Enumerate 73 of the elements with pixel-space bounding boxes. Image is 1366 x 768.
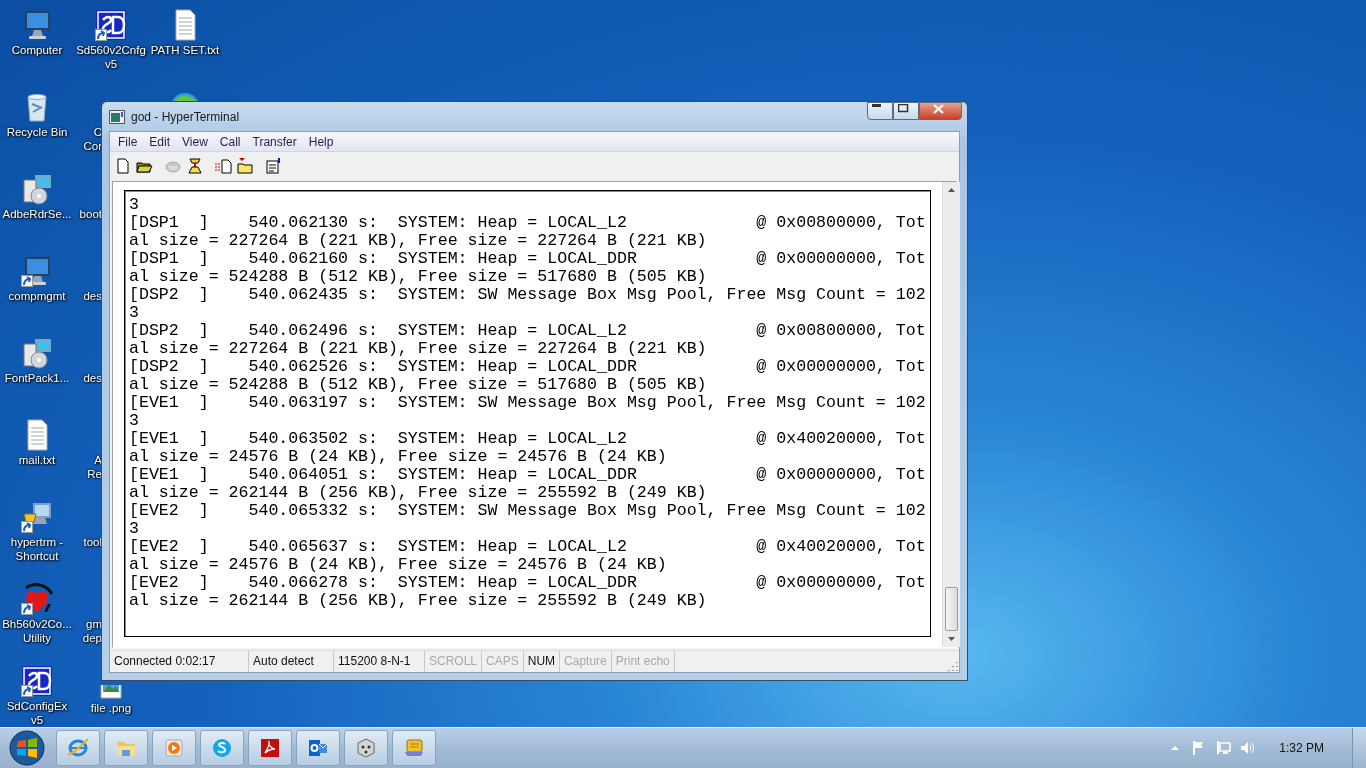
volume-icon[interactable] <box>1239 740 1256 756</box>
terminal-line: 3 <box>129 304 140 322</box>
terminal-line: 3 <box>129 520 140 538</box>
terminal-line: [DSP1 ] 540.062160 s: SYSTEM: Heap = LOCAL_DDR @ 0x00000000, Tot <box>129 250 926 268</box>
chat-icon[interactable] <box>210 736 234 760</box>
send-file-icon[interactable] <box>214 156 232 175</box>
menu-item[interactable]: View <box>176 132 214 151</box>
desktop-icon[interactable]: des <box>83 334 102 385</box>
clock[interactable]: 1:32 PM <box>1273 740 1330 756</box>
network-icon[interactable] <box>1215 740 1232 756</box>
taskbar-button[interactable] <box>296 730 340 766</box>
taskbar-button[interactable] <box>200 730 244 766</box>
terminal-line: [DSP2 ] 540.062496 s: SYSTEM: Heap = LOCAL_L2 @ 0x00800000, Tot <box>129 322 926 340</box>
terminal-line: al size = 262144 B (256 KB), Free size = 255592 B (249 KB) <box>129 484 708 502</box>
terminal-line: [EVE2 ] 540.066278 s: SYSTEM: Heap = LOCAL_DDR @ 0x00000000, Tot <box>129 574 926 592</box>
taskbar-button[interactable] <box>104 730 148 766</box>
terminal-line: [EVE1 ] 540.064051 s: SYSTEM: Heap = LOCAL_DDR @ 0x00000000, Tot <box>129 466 926 484</box>
terminal-line: al size = 262144 B (256 KB), Free size = 255592 B (249 KB) <box>129 592 708 610</box>
taskbar-button[interactable] <box>392 730 436 766</box>
taskbar-button[interactable] <box>56 730 100 766</box>
terminal-line: al size = 227264 B (221 KB), Free size = 227264 B (221 KB) <box>129 340 708 358</box>
status-field: Capture <box>560 651 612 672</box>
desktop-icon[interactable]: C Cor <box>83 88 102 153</box>
terminal-line: al size = 524288 B (512 KB), Free size = 517680 B (505 KB) <box>129 376 708 394</box>
cube-icon[interactable] <box>354 736 378 760</box>
dial-phone-icon[interactable] <box>186 156 204 175</box>
desktop-icon[interactable]: boot <box>79 170 102 221</box>
window-title: god - HyperTerminal <box>131 109 241 124</box>
status-field: SCROLL <box>425 651 483 672</box>
new-file-icon[interactable] <box>114 156 132 175</box>
terminal-line: al size = 24576 B (24 KB), Free size = 24576 B (24 KB) <box>129 556 668 574</box>
terminal-line: al size = 524288 B (512 KB), Free size = 517680 B (505 KB) <box>129 268 708 286</box>
properties-icon[interactable] <box>264 156 282 175</box>
terminal-line: [EVE1 ] 540.063197 s: SYSTEM: SW Message Box Msg Pool, Free Msg Count = 102 <box>129 394 926 412</box>
status-field: 115200 8-N-1 <box>334 651 425 672</box>
play-icon[interactable] <box>162 736 186 760</box>
minimize-button[interactable] <box>867 102 893 120</box>
terminal-line: [DSP2 ] 540.062526 s: SYSTEM: Heap = LOCAL_DDR @ 0x00000000, Tot <box>129 358 926 376</box>
terminal-line: [EVE1 ] 540.063502 s: SYSTEM: Heap = LOCAL_L2 @ 0x40020000, Tot <box>129 430 926 448</box>
status-field: NUM <box>523 651 561 672</box>
desktop-icon[interactable]: tool <box>83 498 102 549</box>
menu-item[interactable]: Call <box>213 132 247 151</box>
pdf-icon[interactable] <box>258 736 282 760</box>
resize-grip-icon[interactable] <box>947 660 959 672</box>
start-button[interactable] <box>6 729 48 767</box>
terminal-line: [DSP1 ] 540.062130 s: SYSTEM: Heap = LOCAL_L2 @ 0x00800000, Tot <box>129 214 926 232</box>
status-field: Auto detect <box>249 651 334 672</box>
status-field: CAPS <box>482 651 524 672</box>
terminal-line: 3 <box>129 412 140 430</box>
terminal-line: [EVE2 ] 540.065637 s: SYSTEM: Heap = LOCAL_L2 @ 0x40020000, Tot <box>129 538 926 556</box>
terminal-line: al size = 227264 B (221 KB), Free size = 227264 B (221 KB) <box>129 232 708 250</box>
scroll-thumb[interactable] <box>944 587 958 631</box>
terminal-line: 3 <box>129 196 140 214</box>
taskbar-button[interactable] <box>344 730 388 766</box>
show-desktop-button[interactable] <box>1352 728 1366 768</box>
taskbar-button[interactable] <box>248 730 292 766</box>
menu-item[interactable]: Transfer <box>246 132 303 151</box>
maximize-button[interactable] <box>893 102 919 120</box>
app-icon <box>109 109 125 124</box>
terminal-line: [EVE2 ] 540.065332 s: SYSTEM: SW Message Box Msg Pool, Free Msg Count = 102 <box>129 502 926 520</box>
terminal-line: al size = 24576 B (24 KB), Free size = 24576 B (24 KB) <box>129 448 668 466</box>
desktop-icon[interactable]: des <box>83 252 102 303</box>
status-field: Print echo <box>611 651 675 672</box>
menu-item[interactable]: Help <box>302 132 340 151</box>
desktop-icon[interactable]: gm dep <box>82 580 102 645</box>
receive-folder-icon[interactable] <box>236 156 254 175</box>
menu-item[interactable]: Edit <box>143 132 177 151</box>
taskbar-button[interactable] <box>152 730 196 766</box>
terminal-line: [DSP2 ] 540.062435 s: SYSTEM: SW Message Box Msg Pool, Free Msg Count = 102 <box>129 286 926 304</box>
close-button[interactable] <box>919 102 962 120</box>
desktop-icon[interactable]: A Re <box>87 416 102 481</box>
status-field: Connected 0:02:17 <box>110 651 249 672</box>
menu-item[interactable]: File <box>112 132 144 151</box>
